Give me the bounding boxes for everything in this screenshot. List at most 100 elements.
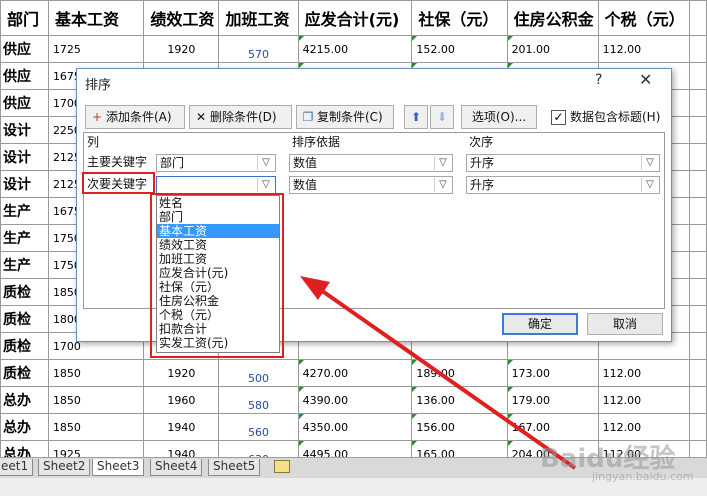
cell[interactable]: 1725 <box>47 35 145 63</box>
cell[interactable] <box>688 278 707 306</box>
secondary-basis-value: 数值 <box>293 178 318 192</box>
cell[interactable] <box>688 224 707 252</box>
cell[interactable] <box>688 332 707 360</box>
cell[interactable]: 630 <box>218 440 299 457</box>
cell[interactable]: 质检 <box>0 359 49 387</box>
cell[interactable]: 112.00 <box>597 386 690 414</box>
header-cell[interactable]: 部门 <box>0 0 49 36</box>
cell[interactable]: 152.00 <box>411 35 508 63</box>
cell[interactable] <box>688 89 707 117</box>
chevron-down-icon: ▽ <box>641 178 658 192</box>
cell[interactable]: 总办 <box>0 386 49 414</box>
cell[interactable] <box>688 251 707 279</box>
cell[interactable]: 4495.00 <box>297 440 413 457</box>
tab-sheet2[interactable]: Sheet2 <box>38 459 91 476</box>
header-cell[interactable]: 基本工资 <box>47 0 145 36</box>
cell[interactable]: 112.00 <box>597 413 690 441</box>
header-cell[interactable]: 应发合计(元) <box>297 0 413 36</box>
cell[interactable]: 580 <box>218 386 299 414</box>
cell[interactable] <box>688 197 707 225</box>
cell[interactable] <box>688 413 707 441</box>
cell[interactable] <box>688 305 707 333</box>
cell[interactable]: 179.00 <box>506 386 599 414</box>
cell[interactable]: 生产 <box>0 197 49 225</box>
cell[interactable] <box>688 143 707 171</box>
cell[interactable] <box>688 35 707 63</box>
chevron-down-icon: ▽ <box>434 156 451 170</box>
cell[interactable]: 156.00 <box>411 413 508 441</box>
cell[interactable]: 136.00 <box>411 386 508 414</box>
close-button[interactable]: ✕ <box>639 70 652 89</box>
cell[interactable]: 供应 <box>0 35 49 63</box>
cell[interactable]: 4215.00 <box>297 35 413 63</box>
cell[interactable]: 4270.00 <box>297 359 413 387</box>
header-cell[interactable]: 绩效工资 <box>143 0 220 36</box>
secondary-key-select[interactable]: ▽ <box>156 176 276 194</box>
copy-condition-button[interactable]: ❐ 复制条件(C) <box>296 105 394 129</box>
cell[interactable]: 设计 <box>0 116 49 144</box>
cell[interactable]: 167.00 <box>506 413 599 441</box>
cell[interactable]: 1925 <box>47 440 145 457</box>
cell[interactable]: 供应 <box>0 62 49 90</box>
cell[interactable]: 112.00 <box>597 35 690 63</box>
cell[interactable]: 生产 <box>0 251 49 279</box>
cell[interactable]: 112.00 <box>597 359 690 387</box>
cancel-button[interactable]: 取消 <box>587 313 663 335</box>
cell[interactable] <box>688 170 707 198</box>
secondary-order-select[interactable]: 升序 ▽ <box>466 176 660 194</box>
move-down-button[interactable]: ⬇ <box>430 105 454 129</box>
has-header-checkbox[interactable]: ✓ <box>551 110 566 125</box>
secondary-basis-select[interactable]: 数值 ▽ <box>289 176 453 194</box>
header-cell[interactable]: 住房公积金 <box>506 0 599 36</box>
cell[interactable]: 500 <box>218 359 299 387</box>
cell[interactable]: 1960 <box>143 386 220 414</box>
cell[interactable]: 生产 <box>0 224 49 252</box>
cell[interactable]: 189.00 <box>411 359 508 387</box>
tab-sheet5[interactable]: Sheet5 <box>208 459 261 476</box>
cell[interactable]: 供应 <box>0 89 49 117</box>
cell[interactable]: 总办 <box>0 413 49 441</box>
cell[interactable]: 1850 <box>47 386 145 414</box>
move-up-button[interactable]: ⬆ <box>404 105 428 129</box>
cell[interactable]: 1850 <box>47 359 145 387</box>
cell[interactable]: 质检 <box>0 278 49 306</box>
cell[interactable]: 201.00 <box>506 35 599 63</box>
options-button[interactable]: 选项(O)... <box>461 105 537 129</box>
header-cell[interactable]: 社保（元） <box>411 0 508 36</box>
header-cell[interactable]: 个税（元） <box>597 0 690 36</box>
cell[interactable]: 1920 <box>143 35 220 63</box>
cell[interactable]: 1850 <box>47 413 145 441</box>
primary-basis-select[interactable]: 数值 ▽ <box>289 154 453 172</box>
header-cell[interactable]: 加班工资 <box>218 0 299 36</box>
primary-order-select[interactable]: 升序 ▽ <box>466 154 660 172</box>
cell[interactable]: 质检 <box>0 332 49 360</box>
cell[interactable] <box>688 386 707 414</box>
tab-sheet1[interactable]: eet1 <box>0 459 34 476</box>
cell[interactable]: 总办 <box>0 440 49 457</box>
help-button[interactable]: ? <box>595 72 602 88</box>
cell[interactable] <box>688 62 707 90</box>
insert-sheet-icon[interactable] <box>274 460 290 473</box>
cell[interactable]: 570 <box>218 35 299 63</box>
delete-condition-button[interactable]: ✕ 删除条件(D) <box>189 105 292 129</box>
cell[interactable]: 1940 <box>143 440 220 457</box>
cell[interactable]: 设计 <box>0 143 49 171</box>
tab-sheet3[interactable]: Sheet3 <box>92 459 145 476</box>
cell[interactable]: 4390.00 <box>297 386 413 414</box>
cell[interactable]: 165.00 <box>411 440 508 457</box>
cell[interactable]: 设计 <box>0 170 49 198</box>
tab-sheet4[interactable]: Sheet4 <box>150 459 203 476</box>
ok-button[interactable]: 确定 <box>502 313 578 335</box>
cell[interactable]: 173.00 <box>506 359 599 387</box>
cell[interactable] <box>688 440 707 457</box>
cell[interactable] <box>688 359 707 387</box>
cell[interactable]: 1920 <box>143 359 220 387</box>
cell[interactable]: 4350.00 <box>297 413 413 441</box>
cell[interactable]: 560 <box>218 413 299 441</box>
cell[interactable]: 质检 <box>0 305 49 333</box>
cell[interactable]: 1940 <box>143 413 220 441</box>
add-condition-button[interactable]: + 添加条件(A) <box>85 105 185 129</box>
cell[interactable] <box>688 116 707 144</box>
primary-key-select[interactable]: 部门 ▽ <box>156 154 276 172</box>
cell[interactable] <box>688 0 707 36</box>
